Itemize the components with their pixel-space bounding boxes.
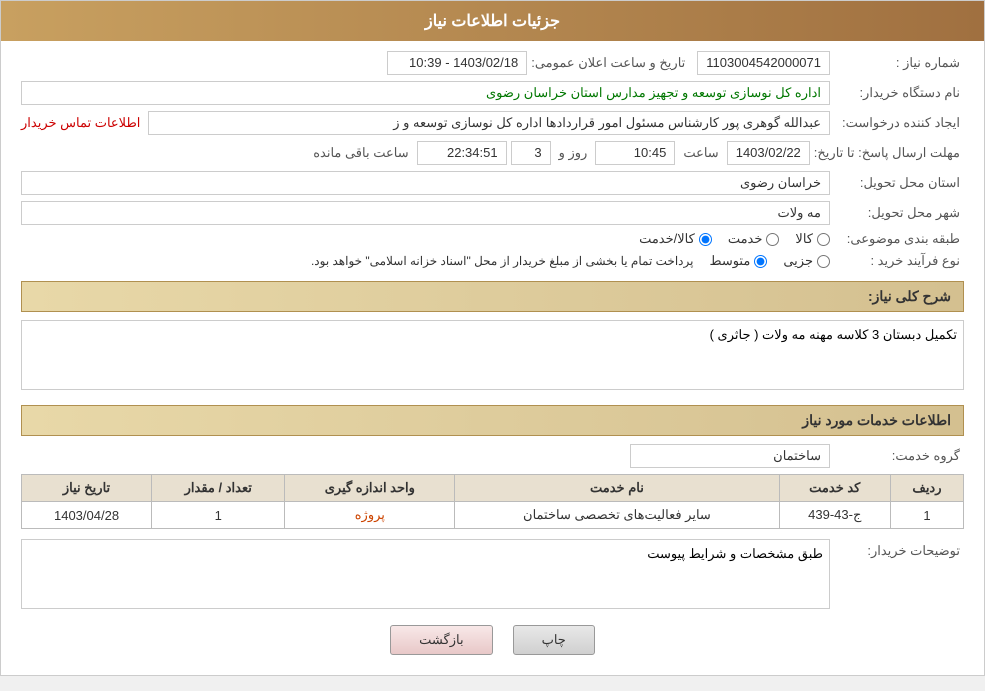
row-dastgah: نام دستگاه خریدار: اداره کل نوسازی توسعه… (21, 81, 964, 105)
table-row: 1 ج-43-439 سایر فعالیت‌های تخصصی ساختمان… (22, 502, 964, 529)
content-area: شماره نیاز : 1103004542000071 تاریخ و سا… (1, 41, 984, 675)
dastgah-value: اداره کل نوسازی توسعه و تجهیز مدارس استا… (21, 81, 830, 105)
radio-mottavasset: متوسط (709, 253, 767, 269)
shahr-label: شهر محل تحویل: (834, 205, 964, 221)
radio-kala-khedmat-input[interactable] (699, 233, 712, 246)
radio-jezee: جزیی (783, 253, 830, 269)
mohlat-date: 1403/02/22 (727, 141, 810, 165)
mande-label: ساعت باقی مانده (313, 145, 408, 161)
radio-khedmat: خدمت (728, 231, 780, 247)
row-nooe: نوع فرآیند خرید : جزیی متوسط پرداخت تمام… (21, 253, 964, 269)
nooe-label: نوع فرآیند خرید : (834, 253, 964, 269)
khadamat-section-title: اطلاعات خدمات مورد نیاز (21, 405, 964, 436)
mohlat-saat: 10:45 (595, 141, 675, 165)
col-kod: کد خدمت (779, 475, 890, 502)
row-mohlat: مهلت ارسال پاسخ: تا تاریخ: 1403/02/22 سا… (21, 141, 964, 165)
saat-label: ساعت (683, 145, 718, 161)
cell-naam: سایر فعالیت‌های تخصصی ساختمان (455, 502, 779, 529)
ostan-value: خراسان رضوی (21, 171, 830, 195)
radio-kala-input[interactable] (817, 233, 830, 246)
col-tedad: تعداد / مقدار (152, 475, 285, 502)
nooe-text: پرداخت تمام یا بخشی از مبلغ خریدار از مح… (311, 254, 694, 268)
sharh-box-wrapper: (function(){ const d = JSON.parse(docume… (21, 320, 964, 393)
mohlat-label: مهلت ارسال پاسخ: تا تاریخ: (814, 145, 964, 161)
service-table: ردیف کد خدمت نام خدمت واحد اندازه گیری ت… (21, 474, 964, 529)
ostan-label: استان محل تحویل: (834, 175, 964, 191)
sharh-textarea[interactable] (21, 320, 964, 390)
ejad-link[interactable]: اطلاعات تماس خریدار (21, 115, 140, 131)
bottom-buttons: چاپ بازگشت (21, 625, 964, 655)
radio-kala-label: کالا (795, 231, 813, 247)
radio-khedmat-label: خدمت (728, 231, 763, 247)
tarikh-label: تاریخ و ساعت اعلان عمومی: (531, 55, 693, 71)
cell-tedad: 1 (152, 502, 285, 529)
print-button[interactable]: چاپ (513, 625, 595, 655)
back-button[interactable]: بازگشت (390, 625, 492, 655)
grohe-label: گروه خدمت: (834, 448, 964, 464)
dastgah-label: نام دستگاه خریدار: (834, 85, 964, 101)
row-ejad: ایجاد کننده درخواست: عبدالله گوهری پور ک… (21, 111, 964, 135)
shomara-value: 1103004542000071 (697, 51, 830, 75)
radio-kala-khedmat: کالا/خدمت (639, 231, 712, 247)
tarikh-value: 1403/02/18 - 10:39 (387, 51, 527, 75)
radio-jezee-input[interactable] (817, 255, 830, 268)
radio-kala-khedmat-label: کالا/خدمت (639, 231, 695, 247)
tabaqe-radio-group: کالا خدمت کالا/خدمت (639, 231, 830, 247)
ejad-label: ایجاد کننده درخواست: (834, 115, 964, 131)
cell-radif: 1 (890, 502, 963, 529)
page-header: جزئیات اطلاعات نیاز (1, 1, 984, 41)
ejad-value: عبدالله گوهری پور کارشناس مسئول امور قرا… (148, 111, 830, 135)
mohlat-rooz: 3 (511, 141, 551, 165)
col-tarikh: تاریخ نیاز (22, 475, 152, 502)
header-title: جزئیات اطلاعات نیاز (425, 13, 560, 30)
col-radif: ردیف (890, 475, 963, 502)
cell-tarikh: 1403/04/28 (22, 502, 152, 529)
radio-khedmat-input[interactable] (766, 233, 779, 246)
page-wrapper: جزئیات اطلاعات نیاز شماره نیاز : 1103004… (0, 0, 985, 676)
row-ostan: استان محل تحویل: خراسان رضوی (21, 171, 964, 195)
radio-mottavasset-label: متوسط (709, 253, 750, 269)
row-shahr: شهر محل تحویل: مه ولات (21, 201, 964, 225)
row-tabaqe: طبقه بندی موضوعی: کالا خدمت کالا/خدمت (21, 231, 964, 247)
row-grohe: گروه خدمت: ساختمان (21, 444, 964, 468)
nooe-radio-group: جزیی متوسط پرداخت تمام یا بخشی از مبلغ خ… (311, 253, 830, 269)
sharh-section-title: شرح کلی نیاز: (21, 281, 964, 312)
cell-kod: ج-43-439 (779, 502, 890, 529)
mohlat-mande: 22:34:51 (417, 141, 507, 165)
rooz-label: روز و (559, 145, 588, 161)
radio-kala: کالا (795, 231, 830, 247)
shomara-label: شماره نیاز : (834, 55, 964, 71)
cell-vahed[interactable]: پروژه (285, 502, 455, 529)
row-toseef: توضیحات خریدار: (21, 539, 964, 609)
toseef-textarea[interactable] (21, 539, 830, 609)
row-shomara: شماره نیاز : 1103004542000071 تاریخ و سا… (21, 51, 964, 75)
radio-jezee-label: جزیی (783, 253, 813, 269)
shahr-value: مه ولات (21, 201, 830, 225)
col-vahed: واحد اندازه گیری (285, 475, 455, 502)
radio-mottavasset-input[interactable] (754, 255, 767, 268)
grohe-value: ساختمان (630, 444, 830, 468)
tabaqe-label: طبقه بندی موضوعی: (834, 231, 964, 247)
toseef-label: توضیحات خریدار: (834, 539, 964, 559)
col-naam: نام خدمت (455, 475, 779, 502)
